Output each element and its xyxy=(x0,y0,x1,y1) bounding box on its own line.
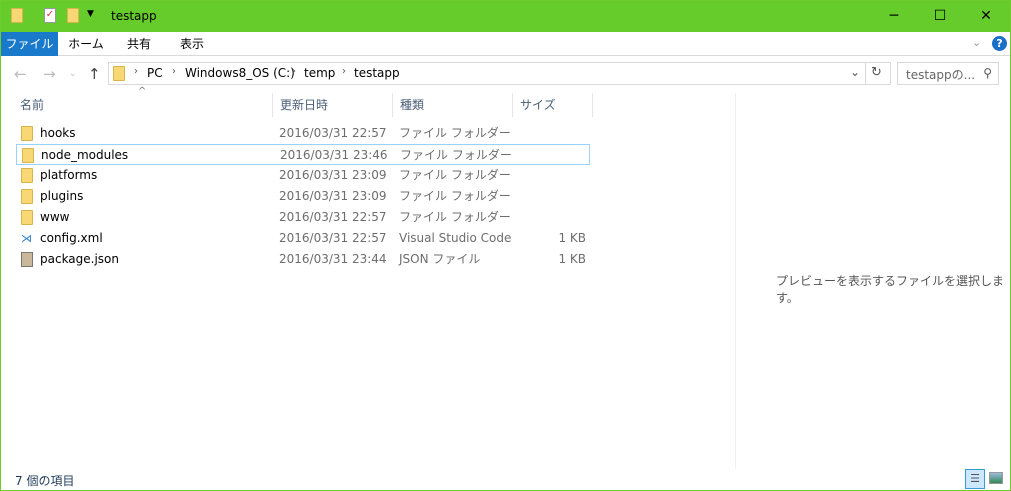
ribbon: ファイル ホーム 共有 表示 ⌄ ? xyxy=(1,32,1010,56)
recent-locations-icon[interactable]: ⌄ xyxy=(69,69,77,79)
navigation-bar: ← → ⌄ ↑ › PC › Windows8_OS (C:) › temp ›… xyxy=(1,57,1010,91)
new-folder-icon[interactable] xyxy=(67,8,79,23)
file-row[interactable]: package.json 2016/03/31 23:44 JSON ファイル 1 K… xyxy=(16,249,590,270)
file-type: ファイル フォルダー xyxy=(400,148,512,162)
expand-ribbon-icon[interactable]: ⌄ xyxy=(972,36,981,49)
tab-home[interactable]: ホーム xyxy=(61,32,111,56)
file-name: node_modules xyxy=(41,148,129,162)
preview-message: プレビューを表示するファイルを選択します。 xyxy=(776,274,1005,305)
minimize-button[interactable]: ─ xyxy=(871,1,917,32)
file-row[interactable]: platforms 2016/03/31 23:09 ファイル フォルダー xyxy=(16,165,590,186)
search-icon: ⚲ xyxy=(983,66,992,80)
file-type: ファイル フォルダー xyxy=(399,210,511,224)
breadcrumb-pc[interactable]: PC xyxy=(147,66,163,80)
large-icons-view-button[interactable] xyxy=(989,472,1003,484)
chevron-right-icon: › xyxy=(172,66,176,77)
breadcrumb-testapp[interactable]: testapp xyxy=(354,66,400,80)
chevron-right-icon: › xyxy=(292,66,296,77)
preview-divider[interactable] xyxy=(735,93,736,469)
breadcrumb-temp[interactable]: temp xyxy=(304,66,335,80)
folder-icon xyxy=(113,66,125,81)
file-size: 1 KB xyxy=(558,252,586,266)
file-type: ファイル フォルダー xyxy=(399,168,511,182)
file-type: ファイル フォルダー xyxy=(399,189,511,203)
chevron-right-icon: › xyxy=(342,66,346,77)
file-type: JSON ファイル xyxy=(399,252,481,266)
help-icon[interactable]: ? xyxy=(992,36,1007,51)
chevron-right-icon: › xyxy=(134,66,138,77)
file-row[interactable]: hooks 2016/03/31 22:57 ファイル フォルダー xyxy=(16,123,590,144)
up-button[interactable]: ↑ xyxy=(88,65,101,83)
folder-icon xyxy=(11,8,23,23)
folder-icon xyxy=(21,189,33,204)
file-type: Visual Studio Code xyxy=(399,231,512,245)
customize-chevron-icon[interactable]: ▼ xyxy=(87,9,94,26)
search-input[interactable]: testappの... ⚲ xyxy=(897,62,999,85)
window-title: testapp xyxy=(111,9,157,23)
column-header-date[interactable]: 更新日時 xyxy=(275,93,393,117)
file-name: config.xml xyxy=(40,231,103,245)
address-dropdown-icon[interactable]: ⌄ xyxy=(850,65,860,79)
close-button[interactable]: ✕ xyxy=(963,1,1009,32)
maximize-button[interactable]: ☐ xyxy=(917,1,963,32)
file-date: 2016/03/31 23:09 xyxy=(279,189,387,203)
file-name: hooks xyxy=(40,126,76,140)
file-date: 2016/03/31 22:57 xyxy=(279,210,387,224)
breadcrumb-drive[interactable]: Windows8_OS (C:) xyxy=(185,66,295,80)
file-date: 2016/03/31 22:57 xyxy=(279,126,387,140)
file-row[interactable]: node_modules 2016/03/31 23:46 ファイル フォルダー xyxy=(16,144,590,165)
title-bar: ✓ ▼ testapp ─ ☐ ✕ xyxy=(1,1,1010,32)
file-name: www xyxy=(40,210,70,224)
file-name: package.json xyxy=(40,252,120,266)
json-file-icon xyxy=(21,252,33,267)
folder-icon xyxy=(22,148,34,163)
refresh-icon[interactable]: ↻ xyxy=(871,65,882,80)
file-name: plugins xyxy=(40,189,84,203)
column-header-type[interactable]: 種類 xyxy=(395,93,513,117)
properties-icon[interactable]: ✓ xyxy=(44,8,56,23)
folder-icon xyxy=(21,210,33,225)
status-item-count: 7 個の項目 xyxy=(15,474,75,488)
file-size: 1 KB xyxy=(558,231,586,245)
back-button[interactable]: ← xyxy=(14,65,27,83)
tab-share[interactable]: 共有 xyxy=(116,32,162,56)
column-header-size[interactable]: サイズ xyxy=(515,93,593,117)
file-date: 2016/03/31 23:44 xyxy=(279,252,387,266)
folder-icon xyxy=(21,168,33,183)
tab-view[interactable]: 表示 xyxy=(169,32,215,56)
file-date: 2016/03/31 23:09 xyxy=(279,168,387,182)
search-placeholder: testappの... xyxy=(906,68,976,82)
file-row[interactable]: ⋊ config.xml 2016/03/31 22:57 Visual Studio… xyxy=(16,228,590,249)
file-row[interactable]: plugins 2016/03/31 23:09 ファイル フォルダー xyxy=(16,186,590,207)
folder-icon xyxy=(21,126,33,141)
file-date: 2016/03/31 23:46 xyxy=(280,148,388,162)
divider xyxy=(865,63,866,84)
tab-file[interactable]: ファイル xyxy=(1,32,58,56)
file-row[interactable]: www 2016/03/31 22:57 ファイル フォルダー xyxy=(16,207,590,228)
vscode-file-icon: ⋊ xyxy=(21,232,32,245)
details-view-button[interactable]: ☰ xyxy=(965,469,985,489)
forward-button[interactable]: → xyxy=(43,65,56,83)
column-header-name[interactable]: 名前 xyxy=(15,93,273,117)
file-date: 2016/03/31 22:57 xyxy=(279,231,387,245)
explorer-window: ✓ ▼ testapp ─ ☐ ✕ ファイル ホーム 共有 表示 ⌄ ? ← →… xyxy=(0,0,1011,491)
file-name: platforms xyxy=(40,168,98,182)
address-bar[interactable]: › PC › Windows8_OS (C:) › temp › testapp… xyxy=(108,62,891,85)
file-type: ファイル フォルダー xyxy=(399,126,511,140)
